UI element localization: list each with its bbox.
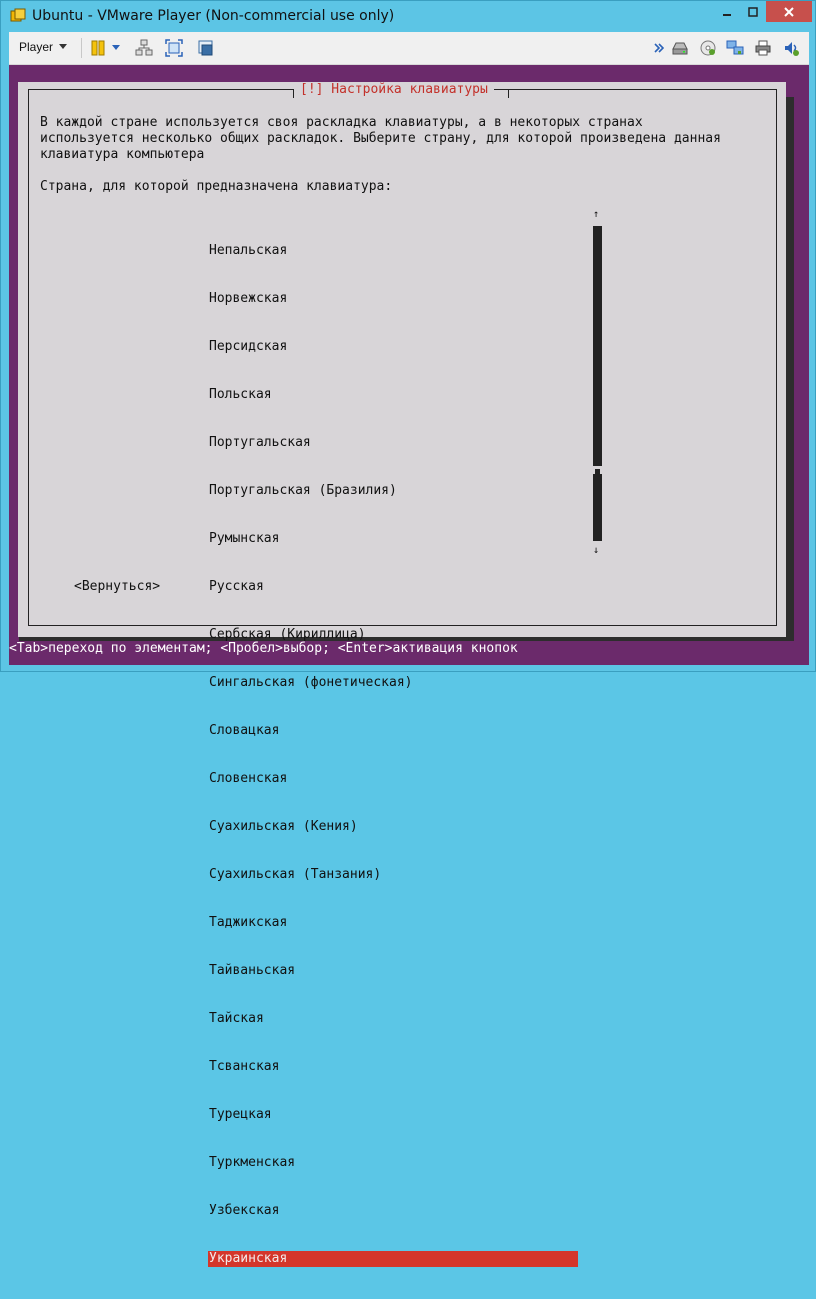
send-ctrl-alt-del-icon[interactable] (135, 39, 153, 57)
toolbar-separator (81, 38, 82, 58)
minimize-icon (722, 13, 731, 16)
list-item[interactable]: Персидская (208, 339, 578, 355)
list-item[interactable]: Непальская (208, 243, 578, 259)
maximize-icon (748, 6, 758, 17)
minimize-button[interactable] (713, 1, 740, 22)
list-item[interactable]: Суахильская (Кения) (208, 819, 578, 835)
list-item[interactable]: Португальская (208, 435, 578, 451)
pause-icon[interactable] (89, 39, 107, 57)
country-prompt: Страна, для которой предназначена клавиа… (40, 179, 393, 194)
country-list[interactable]: Непальская Норвежская Персидская Польска… (208, 211, 578, 1299)
maximize-button[interactable] (740, 1, 766, 22)
list-item[interactable]: Норвежская (208, 291, 578, 307)
list-item[interactable]: Словенская (208, 771, 578, 787)
cd-icon[interactable] (699, 39, 717, 57)
list-item[interactable]: Словацкая (208, 723, 578, 739)
vmware-toolbar: Player (9, 32, 809, 65)
status-hint: <Tab>переход по элементам; <Пробел>выбор… (9, 641, 518, 656)
dialog-shadow-right (786, 97, 794, 637)
back-button[interactable]: <Вернуться> (74, 579, 160, 595)
dialog-title: [!] Настройка клавиатуры (294, 82, 494, 98)
keyboard-config-dialog: [!] Настройка клавиатуры В каждой стране… (18, 82, 786, 1267)
list-item[interactable]: Тайская (208, 1011, 578, 1027)
list-item[interactable]: Тсванская (208, 1059, 578, 1075)
chevron-down-icon (59, 44, 68, 49)
list-item[interactable]: Польская (208, 387, 578, 403)
scroll-up-arrow-icon[interactable]: ↑ (593, 209, 599, 220)
list-item[interactable]: Таджикская (208, 915, 578, 931)
list-item[interactable]: Узбекская (208, 1203, 578, 1219)
vm-bottom-strip (9, 657, 809, 665)
scrollbar-track[interactable] (593, 226, 602, 541)
list-item-selected[interactable]: Украинская (208, 1251, 578, 1267)
installer-status-bar: <Tab>переход по элементам; <Пробел>выбор… (9, 641, 809, 657)
more-icon[interactable] (653, 39, 665, 57)
title-tick-right (508, 89, 509, 98)
list-item[interactable]: Португальская (Бразилия) (208, 483, 578, 499)
unity-icon[interactable] (197, 39, 215, 57)
list-item[interactable]: Румынская (208, 531, 578, 547)
network-icon[interactable] (726, 39, 744, 57)
list-item[interactable]: Русская (208, 579, 578, 595)
window-title: Ubuntu - VMware Player (Non-commercial u… (32, 8, 395, 24)
list-item[interactable]: Туркменская (208, 1155, 578, 1171)
sound-icon[interactable] (782, 39, 800, 57)
list-item[interactable]: Сингальская (фонетическая) (208, 675, 578, 691)
list-item[interactable]: Суахильская (Танзания) (208, 867, 578, 883)
scrollbar-thumb[interactable] (595, 469, 600, 477)
scroll-down-arrow-icon[interactable]: ↓ (593, 545, 599, 556)
player-menu-button[interactable]: Player (19, 40, 68, 54)
printer-icon[interactable] (754, 39, 772, 57)
close-button[interactable] (766, 1, 812, 22)
vmware-window: Ubuntu - VMware Player (Non-commercial u… (0, 0, 816, 1267)
fullscreen-icon[interactable] (165, 39, 183, 57)
list-item[interactable]: Турецкая (208, 1107, 578, 1123)
pause-dropdown-icon[interactable] (111, 39, 121, 57)
list-item[interactable]: Тайваньская (208, 963, 578, 979)
title-bar[interactable]: Ubuntu - VMware Player (Non-commercial u… (1, 1, 816, 31)
hdd-icon[interactable] (671, 39, 689, 57)
dialog-description: В каждой стране используется своя раскла… (40, 115, 721, 162)
close-icon (784, 6, 794, 17)
player-menu-label: Player (19, 40, 54, 54)
vmware-app-icon (10, 8, 26, 24)
